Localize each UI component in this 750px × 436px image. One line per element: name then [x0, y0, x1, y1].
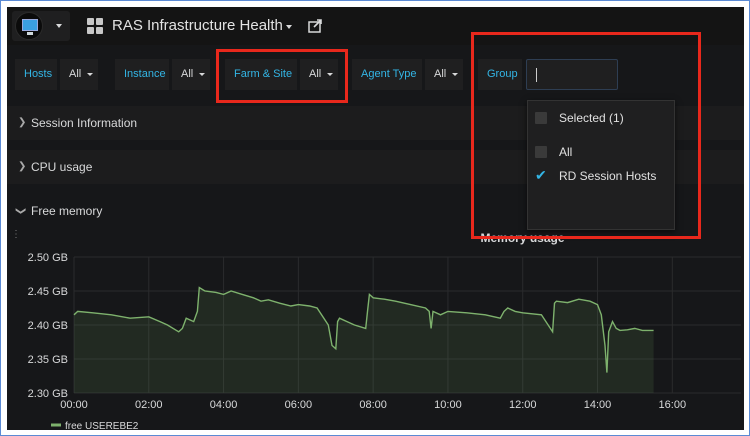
memory-usage-panel: ⋮ Memory usage 2.30 GB 2.35 GB 2.40 GB 2.45… [11, 230, 744, 430]
chevron-down-icon [56, 24, 62, 28]
x-tick-label: 16:00 [659, 399, 687, 411]
var-label-agent-type: Agent Type [352, 59, 422, 90]
row-title-cpu: CPU usage [31, 160, 93, 174]
x-tick-label: 10:00 [434, 399, 462, 411]
y-tick-label: 2.40 GB [28, 320, 68, 332]
chevron-right-icon: ❯ [18, 161, 27, 172]
row-title-memory: Free memory [31, 204, 103, 218]
chevron-down-icon [452, 73, 458, 76]
x-tick-label: 08:00 [359, 399, 387, 411]
var-agent-type-value: All [434, 68, 447, 80]
memory-chart: 2.30 GB2.35 GB2.40 GB2.45 GB2.50 GB00:00… [28, 252, 741, 430]
dashboard-grid-icon [87, 18, 103, 34]
y-tick-label: 2.50 GB [28, 252, 68, 264]
share-button[interactable] [305, 16, 327, 36]
dashboard-picker[interactable]: RAS Infrastructure Health [79, 11, 297, 41]
x-tick-label: 00:00 [60, 399, 88, 411]
var-hosts-value: All [69, 68, 82, 80]
series-area [74, 287, 654, 393]
y-tick-label: 2.45 GB [28, 286, 68, 298]
var-agent-type-select[interactable]: All [425, 59, 463, 90]
chevron-right-icon: ❯ [18, 117, 27, 128]
row-title-session: Session Information [31, 116, 138, 130]
x-tick-label: 14:00 [584, 399, 612, 411]
share-icon [308, 19, 322, 33]
var-hosts-select[interactable]: All [60, 59, 98, 90]
chevron-down-icon [286, 25, 292, 29]
x-tick-label: 04:00 [210, 399, 238, 411]
var-instance-value: All [181, 68, 194, 80]
var-label-instance: Instance [115, 59, 169, 90]
chevron-down-icon [87, 73, 93, 76]
x-tick-label: 02:00 [135, 399, 163, 411]
grafana-window: RAS Infrastructure Health Hosts All Inst… [7, 7, 744, 430]
var-label-hosts: Hosts [15, 59, 57, 90]
legend-label: free USEREBE2 [65, 421, 139, 430]
highlight-box-farm-site [216, 49, 348, 103]
logo-menu-button[interactable] [12, 11, 70, 41]
x-tick-label: 12:00 [509, 399, 537, 411]
x-tick-label: 06:00 [285, 399, 313, 411]
chevron-down-icon [199, 73, 205, 76]
monitor-logo-icon [15, 12, 43, 40]
dashboard-title: RAS Infrastructure Health [112, 17, 283, 34]
var-instance-select[interactable]: All [172, 59, 210, 90]
highlight-box-group [471, 32, 701, 239]
y-tick-label: 2.35 GB [28, 354, 68, 366]
